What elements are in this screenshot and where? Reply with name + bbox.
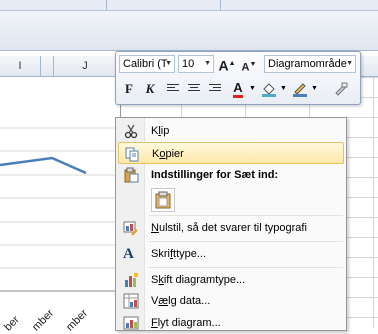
menu-item-label: Klip bbox=[151, 125, 170, 137]
outline-color-button[interactable] bbox=[290, 79, 310, 99]
font-icon: A bbox=[123, 246, 134, 262]
align-right-button[interactable] bbox=[205, 79, 225, 99]
pencil-icon bbox=[293, 83, 307, 97]
menu-item-change-chart-type[interactable]: Skift diagramtype... bbox=[118, 269, 344, 291]
menu-item-reset-style[interactable]: Nulstil, så det svarer til typografi bbox=[118, 217, 344, 239]
font-color-button[interactable]: A bbox=[228, 78, 248, 98]
chevron-down-icon[interactable]: ▼ bbox=[249, 85, 256, 92]
reset-style-icon bbox=[123, 221, 138, 236]
scissors-icon bbox=[124, 124, 138, 139]
chevron-down-icon: ▼ bbox=[165, 60, 172, 67]
align-left-button[interactable] bbox=[163, 79, 183, 99]
paste-icon bbox=[124, 167, 139, 183]
chart-area[interactable]: ber mber mber bbox=[0, 77, 121, 333]
format-painter-icon bbox=[335, 82, 348, 96]
column-header-i[interactable]: I bbox=[0, 56, 41, 76]
move-chart-icon bbox=[123, 316, 139, 330]
copy-icon bbox=[125, 147, 139, 162]
chevron-down-icon: ▼ bbox=[346, 60, 353, 67]
menu-item-label: Vælg data... bbox=[151, 295, 211, 307]
font-size-combo[interactable]: 10 ▼ bbox=[178, 55, 214, 73]
select-data-icon bbox=[123, 293, 139, 309]
font-size-value: 10 bbox=[182, 58, 195, 70]
fill-color-button[interactable] bbox=[259, 79, 279, 99]
menu-separator bbox=[149, 267, 343, 268]
menu-item-label: Skrifttype... bbox=[151, 248, 207, 260]
format-painter-button[interactable] bbox=[330, 79, 350, 99]
menu-item-select-data[interactable]: Vælg data... bbox=[118, 290, 344, 312]
bold-button[interactable]: F bbox=[119, 79, 139, 99]
shrink-font-button[interactable]: A▼ bbox=[239, 55, 259, 75]
chart-type-icon bbox=[125, 273, 138, 287]
series-line bbox=[0, 156, 87, 175]
chart-element-value: Diagramområde bbox=[268, 58, 347, 70]
font-name-value: Calibri (T bbox=[123, 58, 168, 70]
menu-separator bbox=[149, 215, 343, 216]
menu-separator bbox=[149, 241, 343, 242]
menu-item-label: Skift diagramtype... bbox=[151, 274, 246, 286]
grow-font-button[interactable]: A▲ bbox=[217, 54, 237, 74]
ribbon bbox=[0, 0, 378, 51]
menu-item-label: Flyt diagram... bbox=[151, 317, 221, 329]
chart-plot bbox=[0, 127, 118, 292]
menu-item-move-chart[interactable]: Flyt diagram... bbox=[118, 312, 344, 334]
menu-item-label: Nulstil, så det svarer til typografi bbox=[151, 222, 307, 234]
menu-item-label: Indstillinger for Sæt ind: bbox=[151, 169, 279, 181]
ribbon-top-strip bbox=[0, 0, 378, 11]
menu-item-copy[interactable]: Kopier bbox=[118, 142, 344, 164]
menu-item-cut[interactable]: Klip bbox=[118, 120, 344, 142]
italic-button[interactable]: K bbox=[140, 79, 160, 99]
paste-option-button[interactable] bbox=[151, 188, 175, 212]
font-name-combo[interactable]: Calibri (T ▼ bbox=[119, 55, 175, 73]
menu-item-font[interactable]: A Skrifttype... bbox=[118, 243, 344, 265]
chevron-down-icon[interactable]: ▼ bbox=[311, 85, 318, 92]
chevron-down-icon[interactable]: ▼ bbox=[280, 85, 287, 92]
align-center-icon bbox=[188, 84, 200, 94]
align-right-icon bbox=[209, 84, 221, 94]
menu-item-paste-options-header: Indstillinger for Sæt ind: bbox=[118, 164, 344, 186]
context-menu: Klip Kopier Indstillinger for Sæt ind: N… bbox=[115, 117, 347, 331]
align-center-button[interactable] bbox=[184, 79, 204, 99]
chevron-down-icon: ▼ bbox=[204, 60, 211, 67]
align-left-icon bbox=[167, 84, 179, 94]
column-header-j[interactable]: J bbox=[53, 56, 118, 76]
fill-bucket-icon bbox=[262, 83, 276, 97]
menu-item-label: Kopier bbox=[152, 148, 184, 160]
paste-clipboard-icon bbox=[155, 191, 171, 209]
mini-toolbar: Calibri (T ▼ 10 ▼ A▲ A▼ Diagramområde ▼ … bbox=[115, 51, 361, 105]
chart-element-select[interactable]: Diagramområde ▼ bbox=[264, 55, 356, 73]
